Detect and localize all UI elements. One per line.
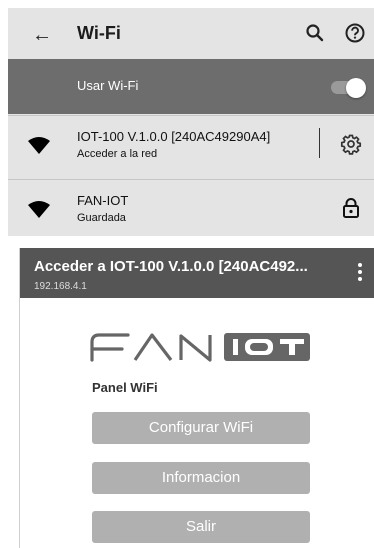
lock-icon [343,198,359,218]
gear-icon[interactable] [340,133,362,155]
fan-iot-logo [90,333,310,362]
page-title: Wi-Fi [77,23,121,43]
portal-address: 192.168.4.1 [34,281,87,292]
network-name: IOT-100 V.1.0.0 [240AC49290A4] [77,129,271,144]
information-button[interactable]: Informacion [92,462,310,494]
wifi-signal-icon [28,137,50,154]
network-row-iot-100[interactable]: IOT-100 V.1.0.0 [240AC49290A4] Acceder a… [8,115,374,172]
app-bar: ← Wi-Fi [8,8,374,59]
portal-header: Acceder a IOT-100 V.1.0.0 [240AC492... 1… [20,248,374,298]
search-icon[interactable] [304,22,326,44]
network-status: Acceder a la red [77,148,158,160]
portal-title: Acceder a IOT-100 V.1.0.0 [240AC492... [34,258,308,275]
network-row-fan-iot[interactable]: FAN-IOT Guardada [8,179,374,236]
use-wifi-label: Usar Wi-Fi [77,78,139,93]
help-icon[interactable] [344,22,366,44]
network-status: Guardada [77,212,126,224]
panel-title: Panel WiFi [92,380,158,395]
back-arrow-icon[interactable]: ← [32,24,52,47]
use-wifi-row[interactable]: Usar Wi-Fi [8,59,374,114]
configure-wifi-button[interactable]: Configurar WiFi [92,412,310,444]
wifi-settings-panel: ← Wi-Fi Usar Wi-Fi IOT-100 V.1.0.0 [240A… [8,8,374,236]
network-name: FAN-IOT [77,193,129,208]
wifi-signal-icon [28,201,50,218]
toggle-thumb[interactable] [346,78,366,98]
exit-button[interactable]: Salir [92,511,310,543]
captive-portal-dialog: Acceder a IOT-100 V.1.0.0 [240AC492... 1… [19,248,374,548]
divider [319,128,320,158]
overflow-menu-icon[interactable] [357,262,363,282]
